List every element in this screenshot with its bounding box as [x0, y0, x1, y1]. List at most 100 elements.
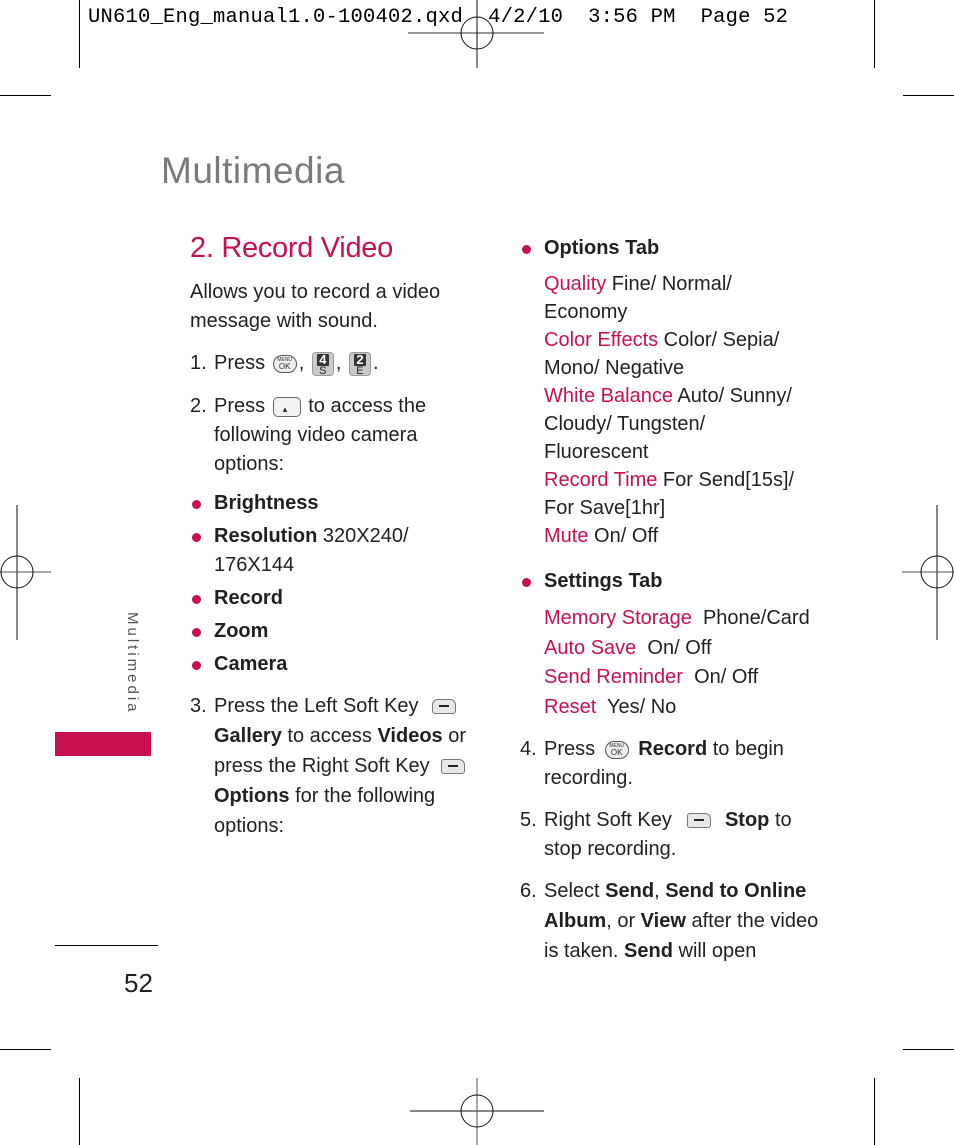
bullet-icon	[192, 533, 201, 542]
setting-row: Reset Yes/ No	[544, 693, 824, 723]
bold-term: View	[640, 910, 686, 932]
option-row: Quality Fine/ Normal/ Economy	[544, 270, 814, 326]
crop-mark	[903, 1049, 954, 1050]
option-label: Color Effects	[544, 329, 659, 351]
registration-mark-right	[902, 505, 954, 640]
list-item: Zoom	[190, 617, 490, 646]
step-text: Right Soft Key	[544, 809, 672, 831]
camera-options-list: Brightness Resolution 320X240/ 176X144 R…	[190, 489, 490, 679]
step-text: Select	[544, 880, 606, 902]
menu-ok-key-icon: MENU OK	[272, 354, 297, 373]
list-item: Brightness	[190, 489, 490, 518]
key-label: OK	[610, 747, 623, 757]
bullet-icon	[192, 595, 201, 604]
key-2-icon: 2E	[348, 351, 371, 377]
options-tab-items: Quality Fine/ Normal/ Economy Color Effe…	[520, 270, 814, 550]
registration-mark-left	[0, 505, 51, 640]
option-label: Zoom	[214, 620, 269, 642]
separator: ,	[335, 352, 342, 374]
setting-label: Memory Storage	[544, 607, 692, 629]
right-column: Options Tab Quality Fine/ Normal/ Econom…	[520, 234, 820, 966]
crop-mark	[79, 1078, 80, 1145]
menu-ok-key-icon: MENU OK	[604, 740, 629, 759]
setting-label: Send Reminder	[544, 666, 683, 688]
bullet-icon	[192, 500, 201, 509]
key-label: 4	[316, 353, 329, 366]
bold-term: Videos	[377, 725, 443, 747]
registration-mark-bottom	[410, 1078, 544, 1145]
tab-heading: Options Tab	[544, 237, 660, 259]
option-label: Resolution	[214, 525, 318, 547]
crop-mark	[903, 95, 954, 96]
bold-term: Stop	[724, 809, 770, 831]
step-text: Press	[214, 352, 266, 374]
setting-value: Yes/ No	[596, 695, 677, 718]
bullet-icon	[522, 245, 531, 254]
crop-mark	[79, 0, 80, 68]
bullet-icon	[192, 661, 201, 670]
setting-value: Phone/Card	[691, 607, 810, 629]
registration-mark-top	[408, 0, 544, 68]
right-soft-key-icon	[687, 813, 712, 829]
step-number: 6.	[520, 880, 537, 902]
intro-text: Allows you to record a video message wit…	[190, 281, 441, 332]
settings-tab-list: Settings Tab	[520, 567, 820, 596]
page-title: Multimedia	[161, 150, 345, 191]
setting-value: On/ Off	[636, 636, 712, 659]
option-row: Mute On/ Off	[544, 522, 814, 550]
crop-mark	[0, 1049, 51, 1050]
step-number: 4.	[520, 738, 537, 760]
list-item: Camera	[190, 650, 490, 679]
key-label: 2	[353, 353, 366, 366]
setting-label: Auto Save	[544, 636, 637, 659]
crop-mark	[0, 95, 51, 96]
nav-up-key-icon	[272, 395, 301, 424]
bold-term: Send	[605, 880, 655, 902]
separator: .	[372, 352, 379, 374]
option-row: Record Time For Send[15s]/ For Save[1hr]	[544, 466, 814, 522]
list-item: Options Tab	[520, 234, 820, 263]
option-label: Camera	[214, 653, 288, 675]
step-6: 6. Select Send, Send to Online Album, or…	[520, 876, 829, 966]
left-column: Allows you to record a video message wit…	[190, 278, 490, 841]
setting-label: Reset	[544, 695, 597, 718]
setting-row: Memory Storage Phone/Card	[544, 604, 824, 634]
option-label: Quality	[544, 273, 607, 295]
step-text: Press	[544, 738, 596, 760]
tab-heading: Settings Tab	[544, 570, 663, 592]
key-label: E	[356, 364, 364, 377]
list-item: Record	[190, 584, 490, 613]
option-row: Color Effects Color/ Sepia/ Mono/ Negati…	[544, 326, 814, 382]
separator: ,	[298, 352, 305, 374]
page-number: 52	[124, 968, 153, 998]
list-item: Settings Tab	[520, 567, 820, 596]
step-text: Press	[214, 395, 266, 417]
setting-value: On/ Off	[682, 666, 759, 688]
setting-row: Auto Save On/ Off	[544, 634, 824, 664]
bullet-icon	[522, 578, 531, 587]
list-item: Resolution 320X240/ 176X144	[190, 522, 444, 580]
key-label: OK	[278, 361, 291, 371]
crop-mark	[874, 0, 875, 68]
step-5: 5. Right Soft Key Stop to stop recording…	[520, 806, 814, 864]
step-number: 5.	[520, 809, 537, 831]
step-2: 2. Press to access the following video c…	[190, 392, 490, 479]
side-tab-label: Multimedia	[124, 612, 141, 715]
step-text: Press the Left Soft Key	[214, 695, 419, 717]
step-3: 3. Press the Left Soft Key Gallery to ac…	[190, 691, 484, 841]
right-soft-key-icon	[441, 759, 466, 775]
step-1: 1. Press MENU OK, 4S, 2E.	[190, 349, 490, 378]
bold-term: Record	[638, 738, 708, 760]
option-label: White Balance	[544, 385, 673, 407]
bold-term: Gallery	[214, 725, 282, 747]
crop-mark	[874, 1078, 875, 1145]
option-label: Brightness	[214, 492, 319, 514]
bold-term: Options	[214, 785, 290, 807]
step-number: 1.	[190, 352, 207, 374]
key-4-icon: 4S	[311, 351, 334, 376]
step-text: , or	[606, 910, 641, 932]
bullet-icon	[192, 628, 201, 637]
settings-tab-items: Memory Storage Phone/Card Auto Save On/ …	[520, 604, 824, 722]
step-text: ,	[654, 880, 666, 902]
option-label: Mute	[544, 525, 589, 547]
